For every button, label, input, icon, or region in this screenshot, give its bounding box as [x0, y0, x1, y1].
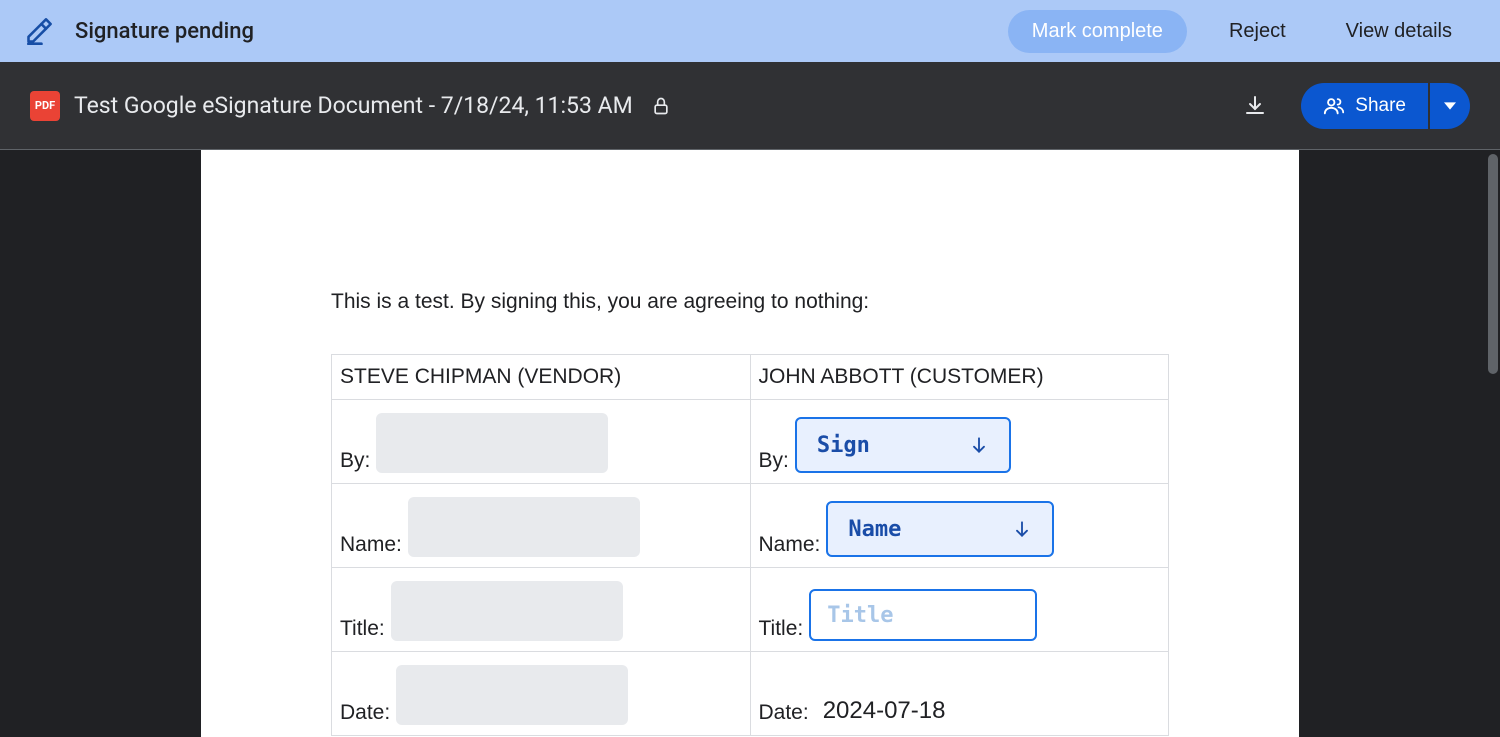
mark-complete-button[interactable]: Mark complete — [1008, 10, 1187, 53]
date-label-b: Date: — [759, 701, 809, 725]
lock-icon — [651, 96, 671, 116]
name-field-label: Name — [848, 517, 901, 542]
view-details-button[interactable]: View details — [1328, 10, 1470, 53]
customer-title-field[interactable]: Title — [809, 589, 1037, 641]
vendor-name-field — [408, 497, 640, 557]
document-title-bar: PDF Test Google eSignature Document - 7/… — [0, 62, 1500, 150]
caret-down-icon — [1444, 100, 1456, 112]
pdf-badge: PDF — [30, 91, 60, 121]
download-icon[interactable] — [1243, 94, 1267, 118]
share-label: Share — [1355, 95, 1406, 117]
date-label-a: Date: — [340, 701, 390, 725]
arrow-down-icon — [1012, 519, 1032, 539]
arrow-down-icon — [969, 435, 989, 455]
title-label-a: Title: — [340, 617, 385, 641]
by-label-a: By: — [340, 449, 370, 473]
customer-name-field[interactable]: Name — [826, 501, 1054, 557]
customer-date-value: 2024-07-18 — [823, 697, 946, 725]
customer-sign-field[interactable]: Sign — [795, 417, 1011, 473]
sign-field-label: Sign — [817, 433, 870, 458]
name-label-a: Name: — [340, 533, 402, 557]
document-viewport[interactable]: This is a test. By signing this, you are… — [0, 150, 1500, 737]
reject-button[interactable]: Reject — [1211, 10, 1304, 53]
document-page: This is a test. By signing this, you are… — [201, 150, 1299, 737]
people-icon — [1323, 95, 1345, 117]
vendor-date-field — [396, 665, 628, 725]
by-label-b: By: — [759, 449, 789, 473]
title-label-b: Title: — [759, 617, 804, 641]
party-a-header: STEVE CHIPMAN (VENDOR) — [332, 355, 751, 400]
signature-icon — [25, 17, 53, 45]
scrollbar-thumb[interactable] — [1488, 154, 1498, 374]
share-button-group: Share — [1301, 83, 1470, 129]
signature-banner: Signature pending Mark complete Reject V… — [0, 0, 1500, 62]
vendor-sign-field — [376, 413, 608, 473]
signature-table: STEVE CHIPMAN (VENDOR) JOHN ABBOTT (CUST… — [331, 354, 1169, 736]
share-dropdown-button[interactable] — [1430, 83, 1470, 129]
vendor-title-field — [391, 581, 623, 641]
party-b-header: JOHN ABBOTT (CUSTOMER) — [750, 355, 1169, 400]
title-placeholder: Title — [827, 603, 893, 628]
signature-status-text: Signature pending — [75, 19, 984, 44]
document-title: Test Google eSignature Document - 7/18/2… — [74, 92, 633, 119]
share-button[interactable]: Share — [1301, 83, 1428, 129]
name-label-b: Name: — [759, 533, 821, 557]
intro-text: This is a test. By signing this, you are… — [331, 290, 1169, 314]
